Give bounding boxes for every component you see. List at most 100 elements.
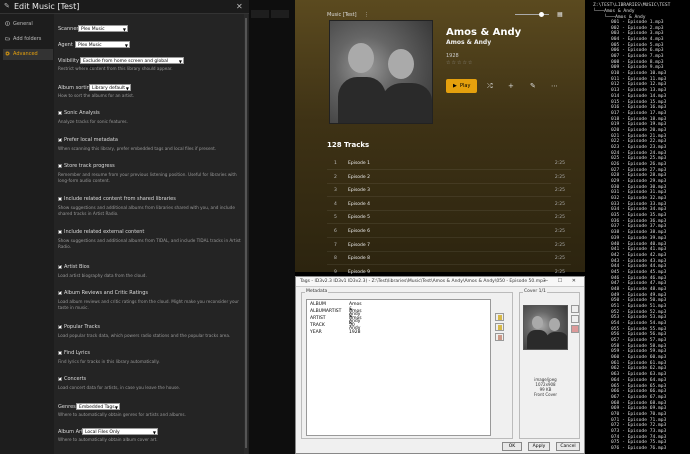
pencil-icon: ✎ (4, 2, 10, 10)
console-file-line: 019 - Episode 19.mp3 (611, 122, 667, 128)
sonic-analysis-checkbox[interactable] (58, 111, 62, 115)
chevron-down-icon: ▼ (152, 430, 156, 435)
album-art-desc: Where to automatically obtain album cove… (58, 437, 158, 442)
album-artist[interactable]: Amos & Andy (446, 39, 491, 46)
console-file-line: 071 - Episode 71.mp3 (611, 417, 667, 423)
remove-cover-button[interactable] (571, 325, 579, 333)
track-title[interactable]: Episode 5 (348, 215, 370, 220)
agent-select[interactable]: Plex Music ▼ (75, 41, 130, 48)
scrollbar-thumb[interactable] (245, 18, 247, 448)
sidebar-item-add-folders[interactable]: Add folders (3, 34, 53, 45)
cover-group: Cover 1/1 image/jpeg 1072x908 99 KB Fron… (519, 289, 580, 439)
console-file-line: 015 - Episode 15.mp3 (611, 99, 667, 105)
track-row[interactable]: 2 Episode 2 2:25 (327, 171, 571, 184)
store-track-progress-checkbox[interactable] (58, 164, 62, 168)
genres-desc: Where to automatically obtain genres for… (58, 412, 186, 417)
console-file-line: 051 - Episode 51.mp3 (611, 304, 667, 309)
thumb-suit-left (527, 330, 548, 349)
album-sorting-select[interactable]: Library default ▼ (89, 84, 131, 91)
console-file-line: 025 - Episode 25.mp3 (611, 156, 667, 162)
album-year: 1928 (446, 53, 459, 59)
edit-icon[interactable]: ✎ (530, 82, 536, 90)
console-file-line: 021 - Episode 21.mp3 (611, 133, 667, 139)
library-name[interactable]: Music [Test] (327, 12, 357, 18)
toolbar-button[interactable] (271, 10, 289, 18)
track-row[interactable]: 6 Episode 6 2:25 (327, 225, 571, 238)
related-shared-checkbox[interactable] (58, 197, 62, 201)
prefer-local-metadata-checkbox[interactable] (58, 136, 62, 142)
scanner-select[interactable]: Plex Music ▼ (78, 25, 128, 32)
track-row[interactable]: 1 Episode 1 2:25 (327, 157, 571, 170)
related-external-checkbox[interactable] (58, 230, 62, 234)
genres-select[interactable]: Embedded Tags ▼ (76, 403, 120, 410)
sidebar-item-label: General (13, 21, 33, 27)
metadata-key: TRACK (310, 323, 325, 328)
artist-bios-checkbox[interactable] (58, 263, 62, 269)
more-icon[interactable]: ⋮ (364, 12, 369, 18)
window-controls[interactable]: — ☐ ✕ (543, 278, 580, 284)
add-field-button[interactable] (495, 313, 504, 321)
cover-thumbnail (523, 305, 568, 350)
related-external-label: Include related external content (64, 229, 145, 235)
slider-knob[interactable] (539, 12, 544, 17)
popular-tracks-checkbox[interactable] (58, 323, 62, 329)
visibility-select[interactable]: Exclude from home screen and global sear… (80, 57, 184, 71)
track-title[interactable]: Episode 3 (348, 188, 370, 193)
track-title[interactable]: Episode 9 (348, 270, 370, 275)
sidebar-item-general[interactable]: General (3, 19, 53, 30)
album-reviews-label: Album Reviews and Critic Ratings (64, 290, 148, 296)
track-row[interactable]: 5 Episode 5 2:25 (327, 211, 571, 225)
album-art-select[interactable]: Local Files Only ▼ (82, 428, 158, 435)
track-title[interactable]: Episode 4 (348, 202, 370, 207)
folder-icon (5, 37, 10, 41)
toolbar-button[interactable] (251, 10, 269, 18)
album-sorting-desc: How to sort the albums for an artist. (58, 93, 135, 98)
track-title[interactable]: Episode 2 (348, 175, 370, 180)
sidebar-item-advanced[interactable]: Advanced (3, 49, 53, 60)
track-row[interactable]: 7 Episode 7 2:25 (327, 239, 571, 252)
console-file-line: 065 - Episode 65.mp3 (611, 383, 667, 389)
shuffle-icon[interactable]: ⤮ (487, 82, 493, 91)
more-options-icon[interactable]: ⋯ (551, 82, 558, 90)
play-button[interactable]: ▶ Play (446, 79, 477, 93)
console-file-line: 070 - Episode 70.mp3 (611, 411, 667, 417)
cover-suit-left (338, 77, 386, 123)
track-title[interactable]: Episode 8 (348, 256, 370, 261)
track-row[interactable]: 8 Episode 8 2:25 (327, 252, 571, 266)
cover-face-left (348, 43, 374, 73)
cancel-button[interactable]: Cancel (556, 442, 580, 451)
metadata-list[interactable]: ALBUM Amos & Andy ALBUMARTIST Amos & Andy AR… (306, 299, 491, 436)
close-icon[interactable]: ✕ (236, 2, 243, 11)
console-file-line: 049 - Episode 49.mp3 (611, 292, 667, 298)
rating-stars[interactable]: ☆☆☆☆☆ (446, 60, 473, 66)
settings-sidebar: General Add folders Advanced (0, 14, 54, 454)
genres-value: Embedded Tags (79, 405, 115, 410)
track-duration: 2:25 (554, 188, 565, 194)
add-icon[interactable]: + (508, 82, 514, 90)
related-external-desc-2: Radio. (58, 244, 72, 249)
add-cover-button[interactable] (571, 305, 579, 313)
track-row[interactable]: 4 Episode 4 2:25 (327, 198, 571, 211)
ok-button[interactable]: OK (502, 442, 522, 451)
grid-icon[interactable]: ▦ (557, 11, 564, 18)
track-title[interactable]: Episode 1 (348, 161, 370, 166)
visibility-desc: Restrict where content from this library… (58, 66, 173, 71)
console-path-line: └───Amos & Andy (593, 9, 635, 14)
album-title: Amos & Andy (446, 27, 522, 38)
agent-row: Agent Plex Music ▼ (58, 41, 244, 48)
dialog-scrollbar[interactable] (244, 14, 248, 454)
delete-field-button[interactable] (495, 333, 504, 341)
console-file-line: 020 - Episode 20.mp3 (611, 127, 667, 133)
size-slider[interactable] (515, 12, 549, 17)
track-title[interactable]: Episode 7 (348, 243, 370, 248)
find-lyrics-checkbox[interactable] (58, 351, 62, 355)
apply-button[interactable]: Apply (528, 442, 550, 451)
album-reviews-checkbox[interactable] (58, 289, 62, 295)
track-row[interactable]: 3 Episode 3 2:25 (327, 184, 571, 198)
edit-field-button[interactable] (495, 323, 504, 331)
concerts-checkbox[interactable] (58, 375, 62, 381)
track-title[interactable]: Episode 6 (348, 229, 370, 234)
console-window: Z:\TEST\LIBRARIES\MUSIC\TEST └───Amos & A… (585, 0, 690, 454)
sonic-analysis-label: Sonic Analysis (64, 110, 100, 116)
save-cover-button[interactable] (571, 315, 579, 323)
